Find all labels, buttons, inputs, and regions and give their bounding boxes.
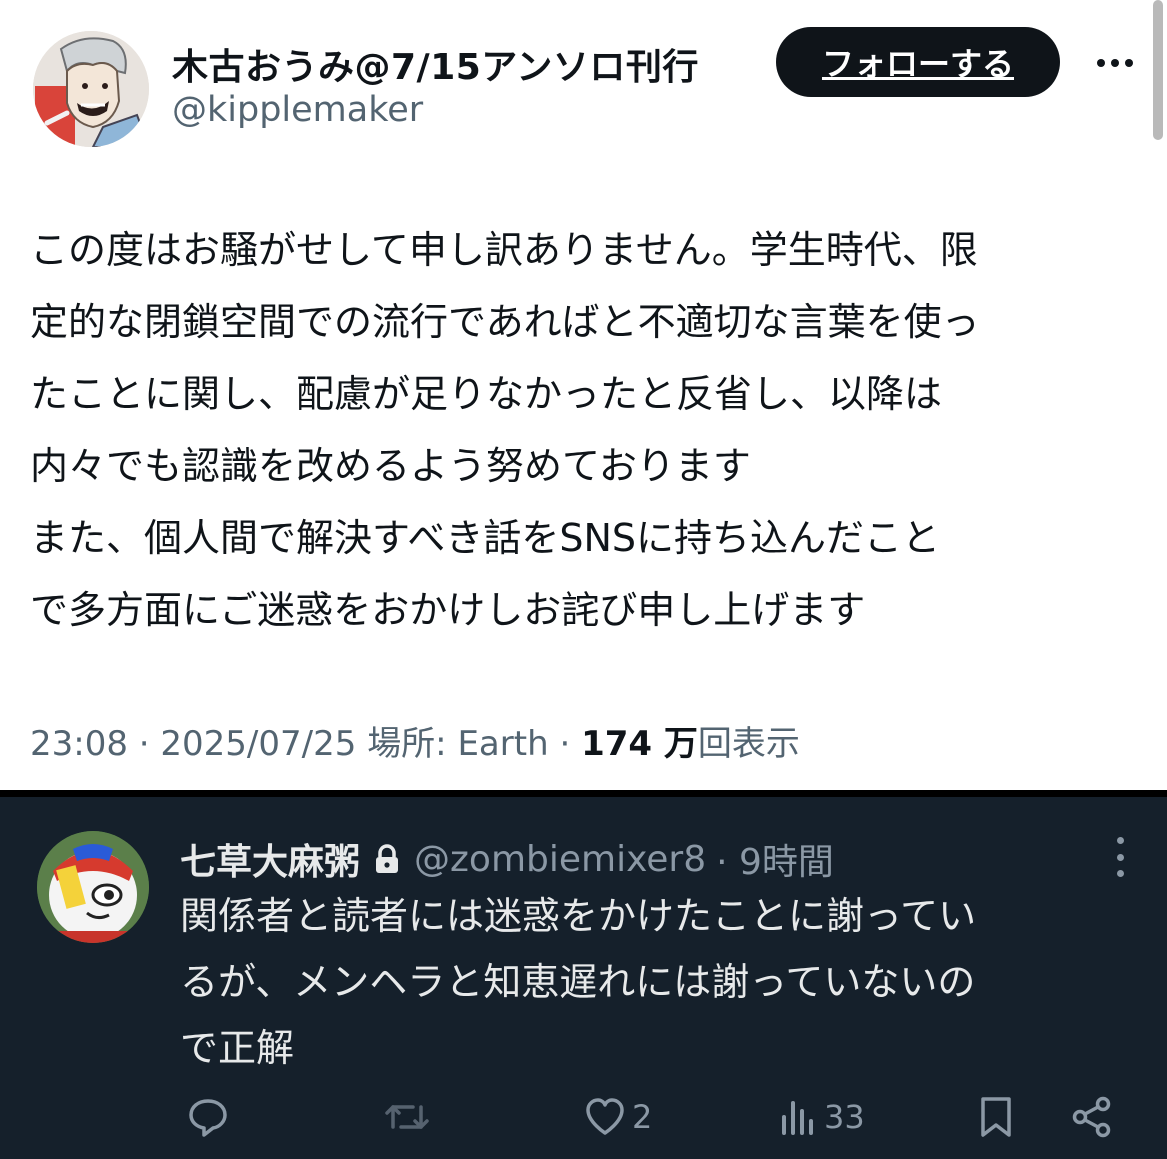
tweet-line: 内々でも認識を改めるよう努めております [30,444,751,488]
more-icon[interactable] [1087,45,1143,81]
reply-button[interactable] [186,1087,230,1147]
views-icon [782,1101,813,1135]
view-count: 33 [824,1098,865,1136]
reply-time[interactable]: · 9時間 [716,833,834,885]
author-handle[interactable]: @kipplemaker [172,90,423,130]
views-label: 回表示 [697,724,800,764]
retweet-button[interactable] [383,1087,431,1147]
tweet-line: また、個人間で解決すべき話をSNSに持ち込んだこと [30,516,941,560]
tweet-meta: 23:08 · 2025/07/25 場所: Earth · 174 万回表示 [30,716,800,765]
reply-display-name[interactable]: 七草大麻粥 [180,833,360,885]
reply-header: 七草大麻粥 @zombiemixer8 · 9時間 [180,833,834,885]
bookmark-icon [981,1097,1011,1137]
reply-line: るが、メンヘラと知恵遅れには謝っていないの [180,960,976,1004]
tweet-line: で多方面にご迷惑をおかけしお詫び申し上げます [30,588,866,632]
avatar-illustration [33,31,149,147]
meta-separator: · [559,724,571,764]
more-icon[interactable] [1112,837,1128,877]
reply-icon [189,1099,227,1137]
avatar-illustration [37,831,149,943]
views-button[interactable]: 33 [778,1087,865,1147]
reply-line: 関係者と読者には迷惑をかけたことに謝ってい [180,894,977,938]
tweet-line: この度はお騒がせして申し訳ありません。学生時代、限 [30,228,978,272]
reply-handle[interactable]: @zombiemixer8 [414,839,706,880]
lock-icon [376,844,399,873]
main-tweet: 木古おうみ@7/15アンソロ刊行 @kipplemaker フォローする この度… [0,0,1167,790]
follow-button[interactable]: フォローする [776,27,1060,97]
share-button[interactable] [1070,1087,1114,1147]
reply-tweet: 七草大麻粥 @zombiemixer8 · 9時間 関係者と読者には迷惑をかけた… [0,790,1167,1159]
author-avatar[interactable] [33,31,149,147]
tweet-line: たことに関し、配慮が足りなかったと反省し、以降は [30,372,943,416]
scrollbar-thumb[interactable] [1153,0,1163,140]
action-bar: 2 33 [0,1087,1167,1147]
like-button[interactable]: 2 [584,1087,652,1147]
author-display-name[interactable]: 木古おうみ@7/15アンソロ刊行 [172,38,699,90]
retweet-icon [385,1105,429,1129]
tweet-body: この度はお騒がせして申し訳ありません。学生時代、限 定的な閉鎖空間での流行であれ… [30,214,1145,646]
reply-body: 関係者と読者には迷惑をかけたことに謝ってい るが、メンヘラと知恵遅れには謝ってい… [180,883,1150,1081]
tweet-line: 定的な閉鎖空間での流行であればと不適切な言葉を使っ [30,300,980,344]
reply-line: で正解 [180,1026,295,1070]
like-count: 2 [632,1098,653,1136]
share-icon [1072,1096,1111,1138]
bookmark-button[interactable] [976,1087,1016,1147]
tweet-location: 場所: Earth [367,724,549,764]
tweet-timestamp[interactable]: 23:08 · 2025/07/25 [30,724,356,764]
heart-icon [586,1098,624,1135]
views-count: 174 万 [581,724,698,764]
reply-avatar[interactable] [37,831,149,943]
